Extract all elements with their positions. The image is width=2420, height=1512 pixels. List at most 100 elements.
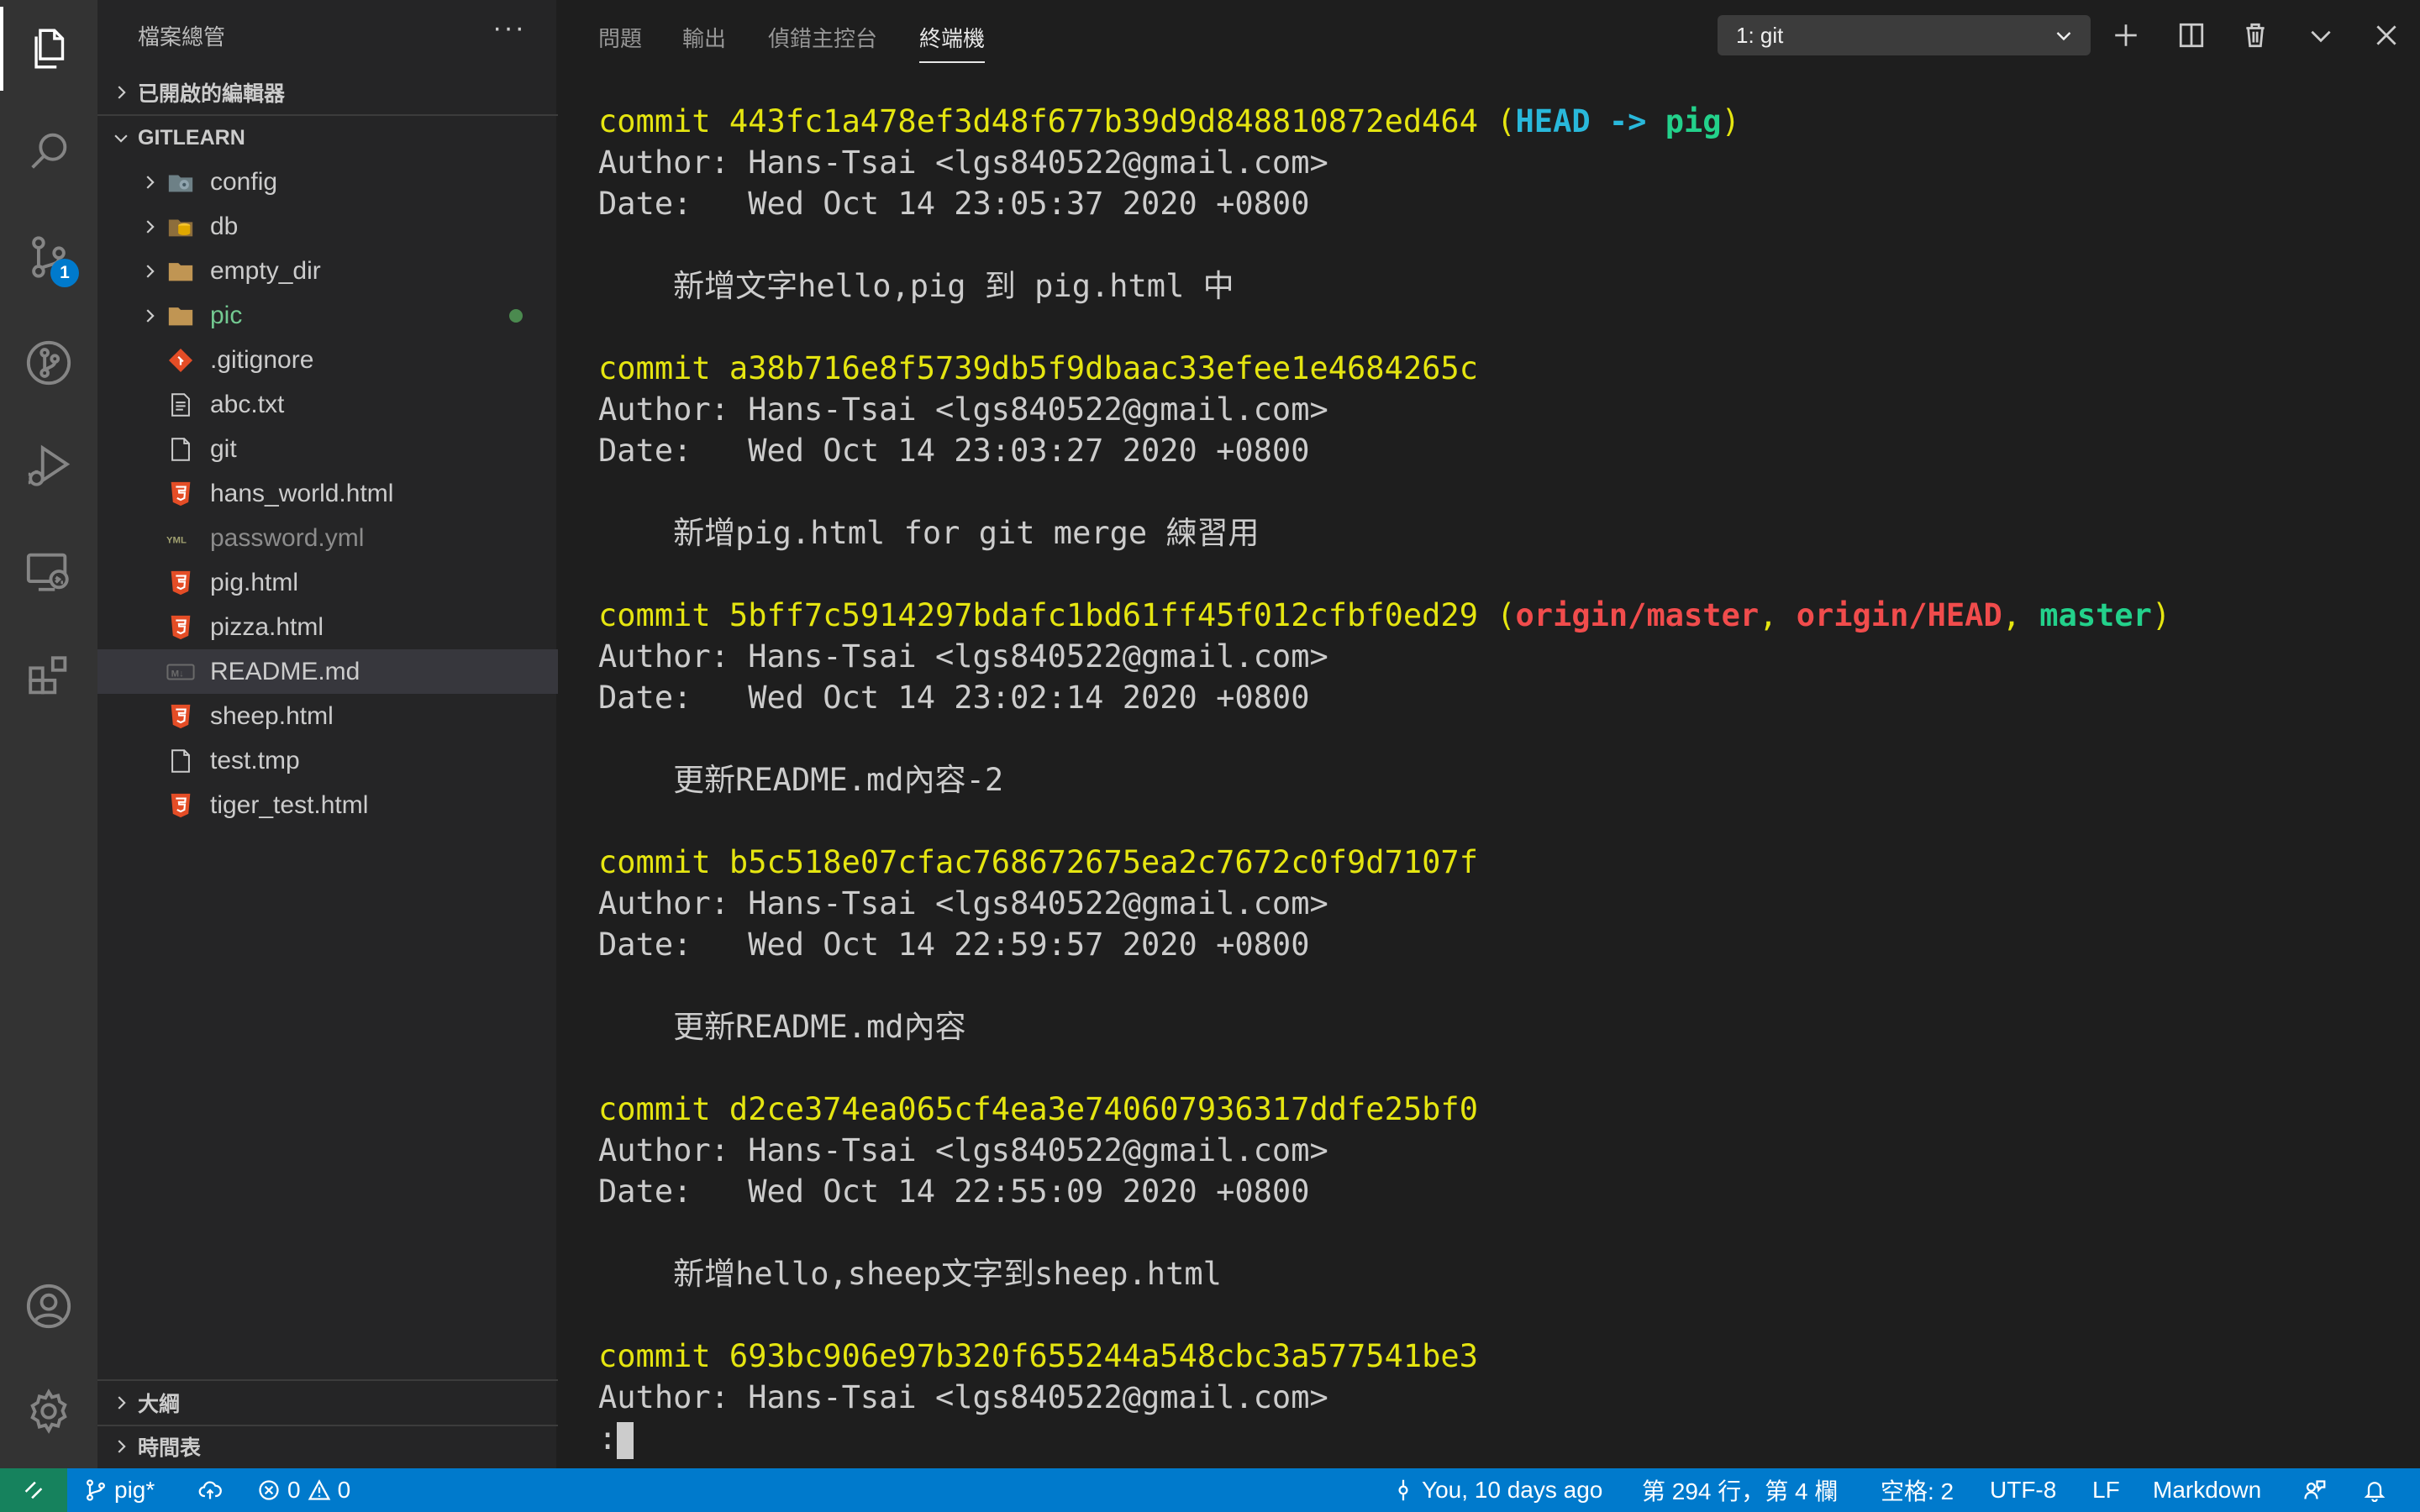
explorer-button[interactable]	[0, 7, 97, 91]
git-graph-button[interactable]	[0, 321, 97, 405]
tab-output[interactable]: 輸出	[682, 22, 726, 53]
gitlearn-folder-section[interactable]: GITLEARN	[97, 116, 558, 160]
commit-message: 新增文字hello,pig 到 pig.html 中	[598, 268, 1234, 304]
tree-item-label: git	[210, 434, 237, 463]
tree-item-test-tmp[interactable]: test.tmp	[97, 738, 558, 783]
pager-prompt: :	[598, 1420, 618, 1457]
tree-item-empty-dir[interactable]: empty_dir	[97, 249, 558, 293]
commit-hash: commit 5bff7c5914297bdafc1bd61ff45f012cf…	[598, 597, 1478, 633]
sync-button[interactable]	[198, 1468, 222, 1512]
tree-item-label: abc.txt	[210, 390, 285, 418]
open-editors-label: 已開啟的編輯器	[138, 82, 286, 106]
split-terminal-button[interactable]	[2173, 17, 2210, 54]
tree-item-gitignore[interactable]: .gitignore	[97, 338, 558, 382]
remote-indicator[interactable]	[0, 1468, 67, 1512]
tree-item-pizza-html[interactable]: pizza.html	[97, 605, 558, 649]
remote-explorer-button[interactable]	[0, 529, 97, 613]
language-mode-status[interactable]: Markdown	[2153, 1468, 2261, 1512]
extensions-button[interactable]	[0, 634, 97, 718]
commit-hash: commit a38b716e8f5739db5f9dbaac33efee1e4…	[598, 350, 1478, 386]
tree-item-sheep-html[interactable]: sheep.html	[97, 694, 558, 738]
pager-prompt-line: :	[598, 1418, 2405, 1459]
tree-item-tiger-test-html[interactable]: tiger_test.html	[97, 783, 558, 827]
search-button[interactable]	[0, 109, 97, 193]
error-count: 0	[287, 1477, 301, 1503]
commit-message: 新增pig.html for git merge 練習用	[598, 515, 1260, 551]
branch-label: pig*	[114, 1477, 155, 1503]
branch-status[interactable]: pig*	[84, 1468, 155, 1512]
feedback-button[interactable]	[2302, 1468, 2326, 1512]
close-panel-button[interactable]	[2368, 17, 2405, 54]
tree-item-pic[interactable]: pic	[97, 293, 558, 338]
indentation-label: 空格: 2	[1881, 1478, 1954, 1504]
terminal-output[interactable]: commit 443fc1a478ef3d48f677b39d9d8488108…	[598, 101, 2405, 1459]
commit-date: Date: Wed Oct 14 22:55:09 2020 +0800	[598, 1173, 1310, 1210]
problems-status[interactable]: 0 0	[257, 1468, 350, 1512]
modified-dot	[509, 308, 523, 323]
indentation-status[interactable]: 空格: 2	[1881, 1468, 1954, 1512]
account-icon	[26, 1284, 71, 1329]
folder-label: GITLEARN	[138, 125, 245, 150]
blame-label: You, 10 days ago	[1422, 1477, 1603, 1503]
notifications-button[interactable]	[2363, 1468, 2386, 1512]
tab-terminal[interactable]: 終端機	[919, 22, 986, 63]
commit-date: Date: Wed Oct 14 23:05:37 2020 +0800	[598, 186, 1310, 222]
git-blame-status[interactable]: You, 10 days ago	[1392, 1468, 1602, 1512]
outline-section[interactable]: 大綱	[97, 1381, 558, 1425]
chevron-right-icon	[104, 1381, 138, 1425]
new-terminal-button[interactable]	[2107, 17, 2144, 54]
commit-author-line: Author: Hans-Tsai <lgs840522@gmail.com>	[598, 1130, 2405, 1171]
source-control-button[interactable]: 1	[0, 215, 97, 299]
timeline-section[interactable]: 時間表	[97, 1425, 558, 1468]
tree-item-readme-md[interactable]: M↓ README.md	[97, 649, 558, 694]
files-icon	[34, 29, 65, 69]
run-debug-icon	[28, 444, 71, 486]
text-file-icon	[165, 382, 197, 427]
account-button[interactable]	[0, 1264, 97, 1348]
search-icon	[31, 133, 67, 169]
tree-item-pig-html[interactable]: pig.html	[97, 560, 558, 605]
tree-item-abc-txt[interactable]: abc.txt	[97, 382, 558, 427]
status-bar: pig* 0 0 You, 10 days ago 第 294 行，第 4 欄 …	[0, 1468, 2420, 1512]
terminal-select[interactable]: 1: git	[1718, 15, 2091, 55]
kill-terminal-button[interactable]	[2237, 17, 2274, 54]
commit-author: Author: Hans-Tsai <lgs840522@gmail.com>	[598, 1379, 1328, 1415]
blank-file-icon	[165, 427, 197, 471]
chevron-right-icon	[104, 1425, 138, 1468]
cursor-position[interactable]: 第 294 行，第 4 欄	[1642, 1468, 1838, 1512]
commit-date-line: Date: Wed Oct 14 23:03:27 2020 +0800	[598, 430, 2405, 471]
encoding-status[interactable]: UTF-8	[1990, 1468, 2056, 1512]
commit-hash-line: commit a38b716e8f5739db5f9dbaac33efee1e4…	[598, 348, 2405, 389]
tree-item-config[interactable]: config	[97, 160, 558, 204]
warning-icon	[308, 1479, 330, 1500]
commit-message-line: 新增hello,sheep文字到sheep.html	[598, 1253, 2405, 1294]
settings-button[interactable]	[0, 1369, 97, 1453]
commit-author: Author: Hans-Tsai <lgs840522@gmail.com>	[598, 144, 1328, 181]
commit-hash-line: commit b5c518e07cfac768672675ea2c7672c0f…	[598, 842, 2405, 883]
run-debug-button[interactable]	[0, 424, 97, 508]
maximize-panel-button[interactable]	[2302, 17, 2339, 54]
tree-item-label: sheep.html	[210, 701, 334, 730]
commit-hash-line: commit d2ce374ea065cf4ea3e740607936317dd…	[598, 1089, 2405, 1130]
commit-message-line: 新增文字hello,pig 到 pig.html 中	[598, 265, 2405, 307]
tree-item-hans-world-html[interactable]: hans_world.html	[97, 471, 558, 516]
tree-item-password-yml[interactable]: YML password.yml	[97, 516, 558, 560]
blank-file-icon	[165, 738, 197, 783]
ref-paren: (	[1477, 597, 1516, 633]
terminal-select-value: 1: git	[1736, 22, 1784, 48]
eol-status[interactable]: LF	[2092, 1468, 2120, 1512]
tree-item-label: test.tmp	[210, 746, 300, 774]
commit-date: Date: Wed Oct 14 22:59:57 2020 +0800	[598, 927, 1310, 963]
open-editors-section[interactable]: 已開啟的編輯器	[97, 71, 558, 114]
tab-problems[interactable]: 問題	[598, 22, 642, 53]
tree-item-git[interactable]: git	[97, 427, 558, 471]
html5-icon	[165, 560, 197, 605]
tab-debug-console[interactable]: 偵錯主控台	[768, 22, 877, 53]
cursor-position-label: 第 294 行，第 4 欄	[1642, 1478, 1839, 1504]
tree-item-db[interactable]: db	[97, 204, 558, 249]
more-actions-button[interactable]: ···	[492, 12, 526, 45]
commit-ref: pig	[1665, 103, 1722, 139]
tree-item-label: config	[210, 167, 278, 196]
